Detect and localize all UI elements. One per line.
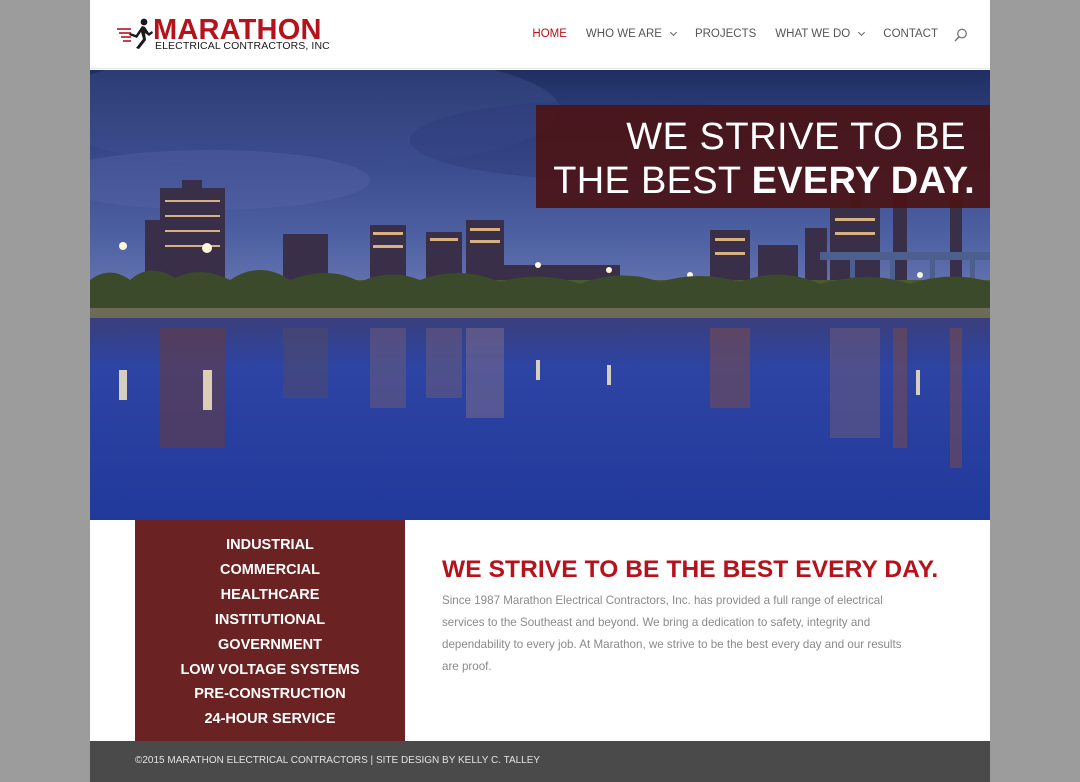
chevron-down-icon: [858, 28, 866, 37]
hero-tagline-light: THE BEST: [553, 160, 752, 202]
runner-icon: [117, 18, 153, 49]
site-footer: ©2015 MARATHON ELECTRICAL CONTRACTORS | …: [90, 741, 990, 782]
service-industrial[interactable]: INDUSTRIAL: [135, 533, 405, 558]
nav-item-label: WHAT WE DO: [775, 28, 851, 40]
nav-item-label: HOME: [532, 28, 567, 40]
chevron-down-icon: [669, 28, 677, 37]
service-healthcare[interactable]: HEALTHCARE: [135, 583, 405, 608]
page: MARATHON ELECTRICAL CONTRACTORS, INC HOM…: [90, 0, 990, 782]
nav-item-who-we-are[interactable]: WHO WE ARE: [585, 28, 677, 40]
main-nav: HOME WHO WE ARE PROJECTS WHAT WE DO CONT…: [513, 28, 938, 40]
service-24-hour[interactable]: 24-HOUR SERVICE: [135, 707, 405, 732]
nav-item-projects[interactable]: PROJECTS: [695, 28, 756, 40]
service-commercial[interactable]: COMMERCIAL: [135, 558, 405, 583]
service-government[interactable]: GOVERNMENT: [135, 633, 405, 658]
nav-item-label: CONTACT: [883, 28, 938, 40]
logo-subtitle: ELECTRICAL CONTRACTORS, INC: [155, 40, 330, 52]
intro-body: Since 1987 Marathon Electrical Contracto…: [442, 594, 902, 673]
hero-tagline-bold: EVERY DAY.: [751, 160, 975, 202]
hero-tagline-line1: WE STRIVE TO BE: [626, 116, 966, 158]
service-low-voltage[interactable]: LOW VOLTAGE SYSTEMS: [135, 658, 405, 683]
services-list: INDUSTRIAL COMMERCIAL HEALTHCARE INSTITU…: [135, 520, 405, 741]
service-institutional[interactable]: INSTITUTIONAL: [135, 608, 405, 633]
footer-credits: ©2015 MARATHON ELECTRICAL CONTRACTORS | …: [135, 755, 541, 766]
nav-item-label: PROJECTS: [694, 28, 757, 40]
nav-item-home[interactable]: HOME: [532, 28, 567, 40]
site-header: MARATHON ELECTRICAL CONTRACTORS, INC HOM…: [90, 0, 990, 69]
search-icon[interactable]: [954, 28, 968, 42]
service-pre-construction[interactable]: PRE-CONSTRUCTION: [135, 682, 405, 707]
logo[interactable]: MARATHON ELECTRICAL CONTRACTORS, INC: [117, 15, 330, 55]
intro-headline: WE STRIVE TO BE THE BEST EVERY DAY.: [442, 556, 939, 583]
hero-banner: WE STRIVE TO BE THE BEST EVERY DAY.: [90, 70, 990, 520]
nav-item-what-we-do[interactable]: WHAT WE DO: [775, 28, 866, 40]
nav-item-contact[interactable]: CONTACT: [883, 28, 938, 40]
hero-tagline-box: WE STRIVE TO BE THE BEST EVERY DAY.: [536, 105, 990, 208]
nav-item-label: WHO WE ARE: [585, 28, 662, 40]
hero-tagline-line2: THE BEST EVERY DAY.: [553, 161, 975, 201]
